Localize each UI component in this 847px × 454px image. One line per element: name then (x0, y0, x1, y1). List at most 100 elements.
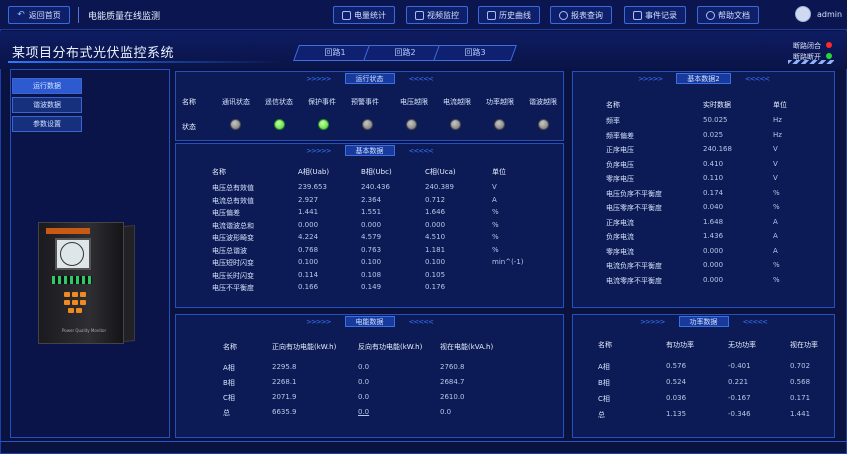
back-arrow-icon: ↶ (17, 10, 25, 20)
panel-header: >>>>> 运行状态 <<<<< (176, 72, 563, 85)
status-lamp-icon (274, 119, 285, 130)
status-lamp-icon (538, 119, 549, 130)
status-lamp-icon (494, 119, 505, 130)
basic2-cell: V (773, 174, 778, 182)
basic2-cell: 240.168 (703, 145, 732, 153)
power-cell: A相 (598, 363, 610, 371)
basic-cell: 240.436 (361, 183, 390, 191)
help-icon (706, 10, 715, 20)
status-item-label: 电压越限 (400, 98, 428, 106)
chevron-left-icon: <<<<< (408, 74, 434, 83)
tab-line-3[interactable]: 回路3 (433, 45, 517, 61)
back-home-button[interactable]: ↶ 返回首页 (8, 6, 70, 24)
basic-cell: 电压长时闪变 (212, 271, 254, 280)
basic2-cell: 零序电压 (606, 175, 634, 183)
basic-cell: 0.763 (361, 245, 382, 254)
energy-header-cell: 名称 (223, 343, 237, 351)
device-dial (60, 242, 84, 266)
basic2-header-cell: 单位 (773, 101, 787, 109)
energy-cell: 2610.0 (440, 393, 465, 401)
basic2-cell: V (773, 159, 778, 168)
nav-report-button[interactable]: 报表查询 (550, 6, 612, 24)
basic-cell: 240.389 (425, 183, 454, 191)
nav-events-button[interactable]: 事件记录 (624, 6, 686, 24)
sidebar-item-running-data[interactable]: 运行数据 (12, 78, 82, 94)
nav-label: 事件记录 (645, 10, 677, 20)
energy-cell: 2295.8 (272, 363, 297, 371)
status-name-label: 名称 (182, 98, 196, 106)
chevron-left-icon: <<<<< (742, 317, 768, 326)
power-cell: 0.171 (790, 394, 811, 402)
chart-icon (342, 10, 351, 20)
basic2-cell: 零序电流 (606, 247, 634, 256)
basic-cell: 电压总有效值 (212, 184, 254, 192)
device-caption: Power Quality Monitor (62, 328, 107, 333)
nav-history-button[interactable]: 历史曲线 (478, 6, 540, 24)
sidebar-item-harmonic-data[interactable]: 谐波数据 (12, 97, 82, 113)
basic2-cell: 0.110 (703, 174, 724, 182)
basic-cell: 0.712 (425, 195, 446, 204)
basic-cell: 0.114 (298, 270, 319, 279)
chevron-right-icon: >>>>> (640, 317, 665, 326)
nav-label: 历史曲线 (499, 10, 531, 20)
tab-label: 回路3 (464, 48, 486, 57)
basic-cell: 0.105 (425, 270, 446, 279)
basic-cell: % (492, 233, 499, 241)
basic-cell: 239.653 (298, 183, 327, 191)
power-cell: 1.135 (666, 410, 687, 418)
basic2-header-cell: 实时数据 (703, 101, 731, 109)
basic2-cell: A (773, 232, 778, 240)
basic2-cell: 电流负序不平衡度 (606, 262, 662, 270)
basic-cell: % (492, 208, 499, 216)
panel-title: 电能数据 (344, 316, 395, 327)
basic-cell: 0.000 (425, 220, 446, 229)
status-item-label: 保护事件 (308, 98, 336, 106)
basic2-cell: % (773, 275, 780, 284)
energy-cell: 6635.9 (272, 408, 297, 416)
user-avatar[interactable] (795, 6, 811, 22)
basic2-cell: 负序电流 (606, 233, 634, 241)
bottom-decoration (0, 441, 847, 453)
sidebar-item-label: 参数设置 (33, 120, 61, 128)
basic2-cell: 频率偏差 (606, 131, 634, 140)
basic-cell: 1.551 (361, 208, 382, 216)
basic-cell: 4.224 (298, 233, 319, 241)
system-title: 某项目分布式光伏监控系统 (12, 46, 175, 61)
basic-cell: 1.441 (298, 208, 319, 216)
status-item-label: 遥信状态 (265, 98, 293, 106)
basic2-cell: 0.410 (703, 159, 724, 168)
back-home-label: 返回首页 (28, 10, 61, 20)
red-status-dot-icon (826, 42, 832, 48)
energy-cell: B相 (223, 379, 235, 387)
status-item-label: 谐波越限 (529, 98, 557, 106)
sidebar-item-parameters[interactable]: 参数设置 (12, 116, 82, 132)
basic-header-cell: C相(Uca) (425, 168, 456, 176)
nav-label: 视频监控 (427, 10, 459, 20)
basic-cell: % (492, 245, 499, 254)
status-lamp-icon (450, 119, 461, 130)
title-underline (8, 61, 288, 63)
power-cell: -0.401 (728, 362, 751, 370)
nav-video-button[interactable]: 视频监控 (406, 6, 468, 24)
basic-cell: min^(-1) (492, 258, 524, 266)
basic2-cell: % (773, 261, 780, 269)
basic-cell: V (492, 183, 497, 191)
chevron-right-icon: >>>>> (637, 74, 663, 83)
basic-cell: 0.176 (425, 283, 446, 291)
nav-help-button[interactable]: 帮助文档 (697, 6, 759, 24)
panel-header: >>>>> 基本数据2 <<<<< (573, 72, 834, 85)
basic2-cell: 0.000 (703, 275, 724, 284)
basic2-cell: 0.174 (703, 188, 724, 197)
basic2-cell: 0.000 (703, 246, 724, 255)
user-name[interactable]: admin (817, 10, 842, 19)
device-keypad (64, 292, 94, 314)
status-item-label: 预警事件 (351, 98, 379, 106)
nav-energy-stats-button[interactable]: 电量统计 (333, 6, 395, 24)
basic2-cell: 负序电压 (606, 160, 634, 169)
status-item-label: 通讯状态 (222, 98, 250, 106)
power-header-cell: 视在功率 (790, 341, 818, 349)
sidebar-item-label: 运行数据 (33, 82, 61, 90)
basic2-cell: 1.648 (703, 217, 724, 226)
basic-cell: 0.100 (425, 258, 446, 266)
basic-cell: 4.510 (425, 233, 446, 241)
